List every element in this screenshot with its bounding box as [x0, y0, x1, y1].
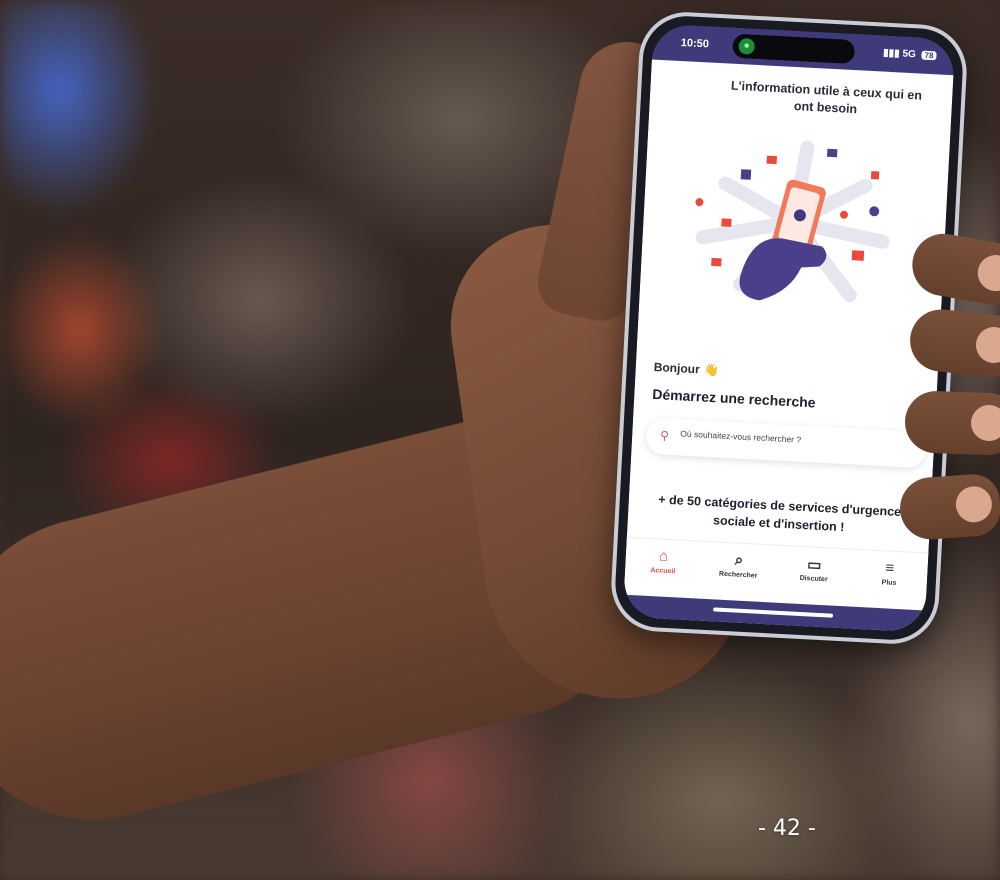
home-content: L'information utile à ceux qui en ont be…: [622, 59, 954, 633]
chat-icon: ▭: [806, 556, 822, 575]
search-heading: Démarrez une recherche: [651, 385, 816, 411]
page-number: - 42 -: [758, 816, 816, 841]
search-input[interactable]: [680, 428, 901, 450]
finger-little: [897, 472, 1000, 542]
phone-screen: 10:50 ● ▮▮▮ 5G 78 L'information utile à …: [622, 23, 956, 633]
tab-accueil[interactable]: ⌂ Accueil: [624, 538, 702, 599]
tab-plus[interactable]: ≡ Plus: [850, 550, 928, 611]
fingernail: [954, 485, 994, 524]
location-pin-icon: ⚲: [659, 428, 670, 443]
menu-icon: ≡: [884, 559, 895, 577]
tab-label: Discuter: [799, 574, 828, 584]
call-indicator-icon: ●: [738, 37, 756, 55]
network-type: 5G: [902, 48, 917, 61]
tab-label: Plus: [881, 579, 897, 587]
greeting-text: Bonjour: [653, 359, 701, 377]
greeting: Bonjour 👋: [653, 360, 719, 377]
search-icon: ⌕: [734, 551, 744, 569]
fingernail: [974, 325, 1000, 365]
home-indicator[interactable]: [713, 607, 834, 618]
waving-hand-icon: 👋: [703, 362, 720, 378]
home-icon: ⌂: [658, 547, 669, 565]
categories-promo: + de 50 catégories de services d'urgence…: [657, 492, 902, 535]
tab-rechercher[interactable]: ⌕ Rechercher: [699, 542, 777, 603]
fingernail: [974, 252, 1000, 294]
dynamic-island: ●: [732, 33, 856, 65]
status-time: 10:50: [680, 36, 710, 51]
signal-bars-icon: ▮▮▮: [882, 47, 900, 60]
location-search-bar[interactable]: ⚲: [645, 417, 927, 469]
finger-ring: [903, 390, 1000, 456]
tab-discuter[interactable]: ▭ Discuter: [775, 546, 853, 607]
app-tagline: L'information utile à ceux qui en ont be…: [730, 78, 923, 117]
fingernail: [970, 404, 1000, 442]
signal-indicator: ▮▮▮ 5G 78: [883, 48, 937, 62]
tab-label: Rechercher: [718, 570, 758, 580]
tab-label: Accueil: [650, 567, 676, 576]
battery-level: 78: [921, 50, 937, 61]
hand-holding-phone-illustration: [695, 140, 890, 303]
